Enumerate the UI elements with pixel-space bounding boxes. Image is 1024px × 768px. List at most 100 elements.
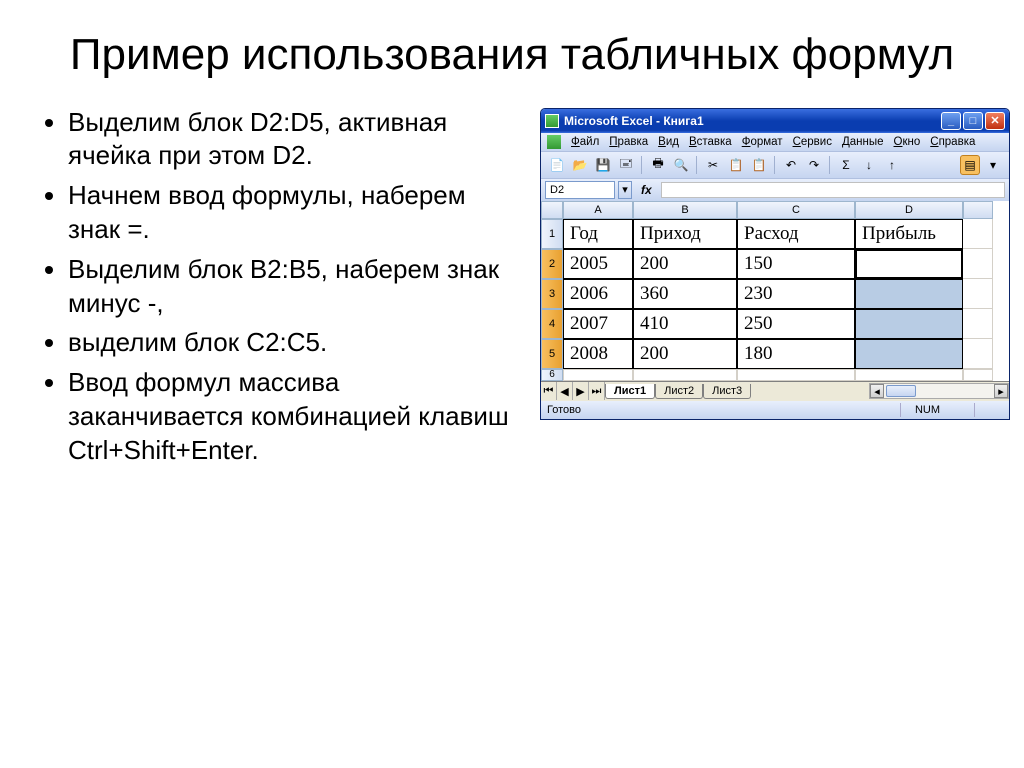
menu-help[interactable]: Справка	[930, 136, 975, 148]
col-header-b[interactable]: B	[633, 201, 737, 219]
menu-insert[interactable]: Вставка	[689, 136, 732, 148]
cell[interactable]	[963, 279, 993, 309]
cell[interactable]: 2005	[563, 249, 633, 279]
save-icon[interactable]: 💾	[593, 155, 613, 175]
tab-nav-prev[interactable]: ◀	[557, 382, 573, 400]
row-header[interactable]: 6	[541, 369, 563, 381]
tab-nav-last[interactable]: ⏭	[589, 382, 605, 400]
row-header[interactable]: 3	[541, 279, 563, 309]
cell[interactable]	[737, 369, 855, 381]
cell[interactable]: Расход	[737, 219, 855, 249]
separator	[696, 156, 698, 174]
cell[interactable]	[633, 369, 737, 381]
cell[interactable]: 250	[737, 309, 855, 339]
menu-format[interactable]: Формат	[742, 136, 783, 148]
scroll-thumb[interactable]	[886, 385, 916, 397]
col-header-d[interactable]: D	[855, 201, 963, 219]
menu-view[interactable]: Вид	[658, 136, 679, 148]
bullet-item: Начнем ввод формулы, наберем знак =.	[68, 179, 520, 247]
row-header[interactable]: 5	[541, 339, 563, 369]
tab-nav-next[interactable]: ▶	[573, 382, 589, 400]
scroll-right-icon[interactable]: ▸	[994, 384, 1008, 398]
open-icon[interactable]: 📂	[570, 155, 590, 175]
cut-icon[interactable]: ✂	[703, 155, 723, 175]
print-icon[interactable]: 🖶	[648, 155, 668, 175]
sum-icon[interactable]: Σ	[836, 155, 856, 175]
cell[interactable]: 150	[737, 249, 855, 279]
cell[interactable]: Прибыль	[855, 219, 963, 249]
preview-icon[interactable]: 🔍	[671, 155, 691, 175]
cell[interactable]	[563, 369, 633, 381]
sheet-tab[interactable]: Лист3	[703, 384, 751, 399]
horizontal-scrollbar[interactable]: ◂ ▸	[869, 383, 1009, 399]
app-menu-icon[interactable]	[547, 135, 561, 149]
namebox-dropdown[interactable]: ▾	[618, 181, 632, 199]
col-header-c[interactable]: C	[737, 201, 855, 219]
row-header[interactable]: 2	[541, 249, 563, 279]
menu-window[interactable]: Окно	[894, 136, 921, 148]
cell[interactable]: Приход	[633, 219, 737, 249]
row-header[interactable]: 1	[541, 219, 563, 249]
window-titlebar[interactable]: Microsoft Excel - Книга1 _ □ ✕	[541, 109, 1009, 133]
fx-icon[interactable]: fx	[635, 183, 658, 197]
bullet-item: Ввод формул массива заканчивается комбин…	[68, 366, 520, 467]
cell-selected[interactable]	[855, 279, 963, 309]
separator	[829, 156, 831, 174]
cell[interactable]: 180	[737, 339, 855, 369]
cell[interactable]: 230	[737, 279, 855, 309]
tab-nav-first[interactable]: ⏮	[541, 382, 557, 400]
cell[interactable]: 2008	[563, 339, 633, 369]
cell[interactable]: 2007	[563, 309, 633, 339]
menu-tools[interactable]: Сервис	[793, 136, 832, 148]
sheet-tab[interactable]: Лист2	[655, 384, 703, 399]
minimize-button[interactable]: _	[941, 112, 961, 130]
redo-icon[interactable]: ↷	[804, 155, 824, 175]
permission-icon[interactable]: 🖃	[616, 155, 636, 175]
scroll-track[interactable]	[884, 384, 994, 398]
cell[interactable]	[855, 369, 963, 381]
col-header-a[interactable]: A	[563, 201, 633, 219]
cell[interactable]	[963, 219, 993, 249]
highlight-icon[interactable]: ▤	[960, 155, 980, 175]
new-icon[interactable]: 📄	[547, 155, 567, 175]
sheet-tab-active[interactable]: Лист1	[605, 384, 655, 399]
sheet-tab-strip: ⏮ ◀ ▶ ⏭ Лист1 Лист2 Лист3 ◂ ▸	[541, 381, 1009, 401]
col-header-e[interactable]	[963, 201, 993, 219]
cell[interactable]: 360	[633, 279, 737, 309]
excel-icon	[545, 114, 559, 128]
cell[interactable]: 410	[633, 309, 737, 339]
cell[interactable]: 200	[633, 339, 737, 369]
cell-active[interactable]	[855, 249, 963, 279]
menu-edit[interactable]: Правка	[609, 136, 648, 148]
more-icon[interactable]: ▾	[983, 155, 1003, 175]
formula-bar: D2 ▾ fx	[541, 178, 1009, 201]
cell[interactable]	[963, 249, 993, 279]
sort-asc-icon[interactable]: ↓	[859, 155, 879, 175]
worksheet: A B C D 1 Год Приход Расход Прибыль 2 20…	[541, 201, 1009, 381]
sort-desc-icon[interactable]: ↑	[882, 155, 902, 175]
cell[interactable]: Год	[563, 219, 633, 249]
scroll-left-icon[interactable]: ◂	[870, 384, 884, 398]
undo-icon[interactable]: ↶	[781, 155, 801, 175]
status-ready: Готово	[547, 404, 581, 416]
cell[interactable]: 2006	[563, 279, 633, 309]
cell[interactable]: 200	[633, 249, 737, 279]
copy-icon[interactable]: 📋	[726, 155, 746, 175]
select-all-corner[interactable]	[541, 201, 563, 219]
cell[interactable]	[963, 309, 993, 339]
paste-icon[interactable]: 📋	[749, 155, 769, 175]
cell-selected[interactable]	[855, 339, 963, 369]
row-header[interactable]: 4	[541, 309, 563, 339]
bullet-item: Выделим блок B2:B5, наберем знак минус -…	[68, 253, 520, 321]
menu-data[interactable]: Данные	[842, 136, 884, 148]
cell[interactable]	[963, 339, 993, 369]
name-box[interactable]: D2	[545, 181, 615, 199]
cell-selected[interactable]	[855, 309, 963, 339]
cell[interactable]	[963, 369, 993, 381]
close-button[interactable]: ✕	[985, 112, 1005, 130]
slide-title: Пример использования табличных формул	[40, 30, 984, 81]
formula-input[interactable]	[661, 182, 1005, 198]
window-title: Microsoft Excel - Книга1	[564, 114, 936, 128]
menu-file[interactable]: Файл	[571, 136, 599, 148]
maximize-button[interactable]: □	[963, 112, 983, 130]
